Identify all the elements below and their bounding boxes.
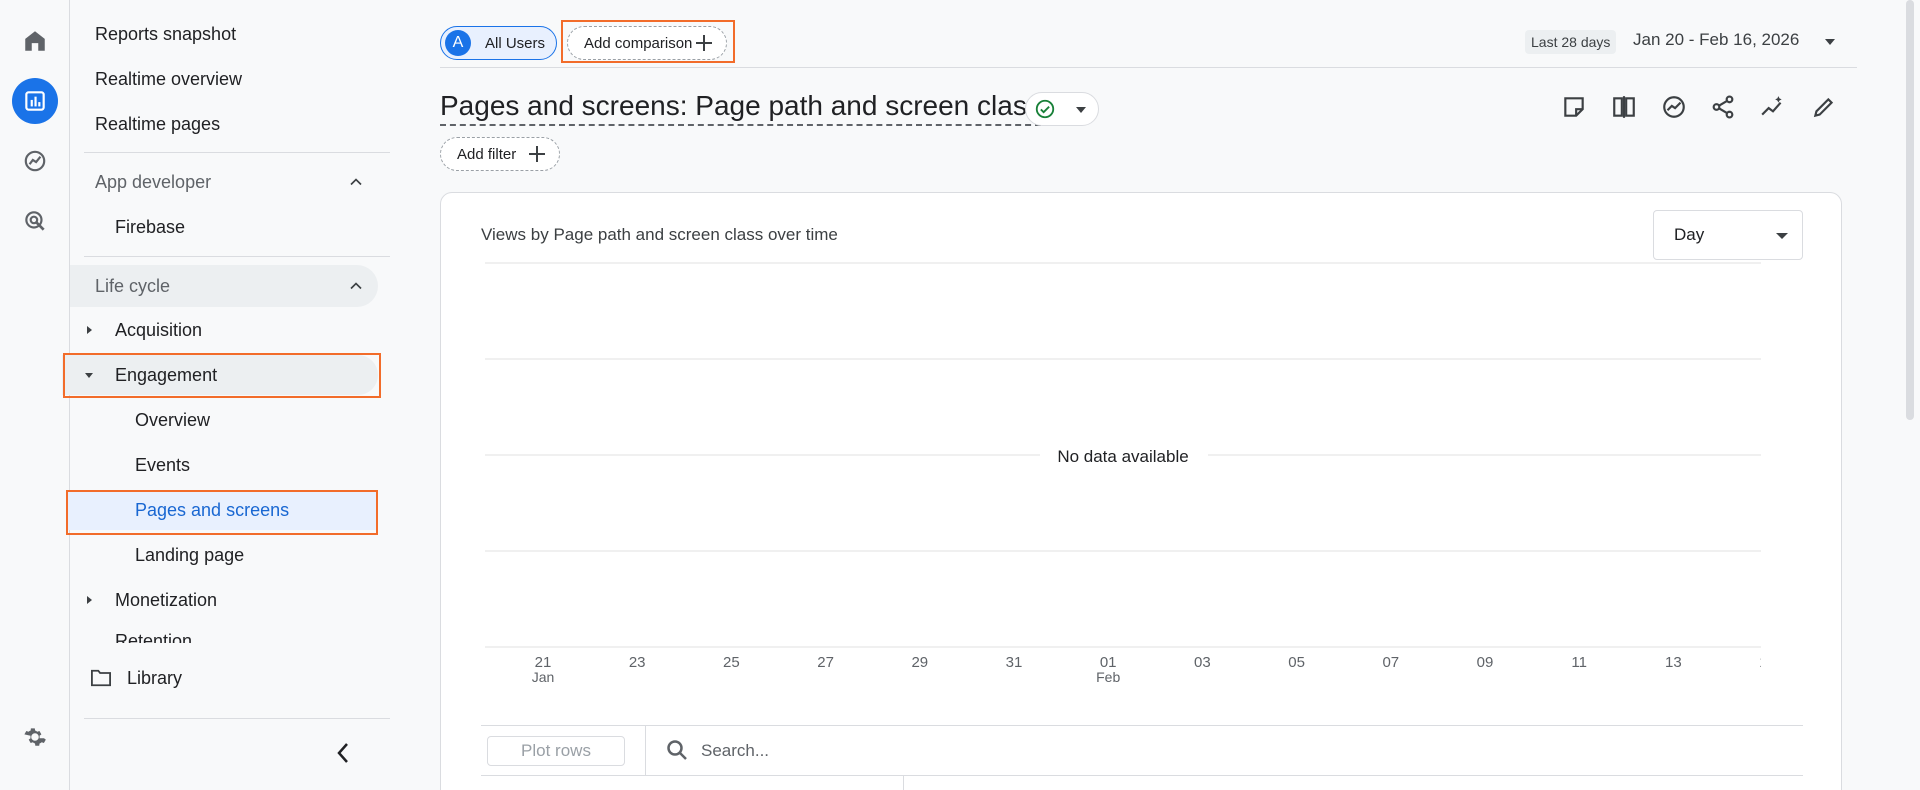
divider — [645, 726, 646, 776]
x-tick-label: 11 — [1571, 654, 1587, 671]
plot-rows-button[interactable]: Plot rows — [487, 736, 625, 766]
segment-label: All Users — [485, 34, 546, 52]
plus-icon — [529, 146, 545, 162]
settings-icon[interactable] — [12, 714, 58, 760]
x-tick-label: 15 — [1759, 654, 1761, 671]
left-rail — [0, 0, 70, 790]
chevron-up-icon — [350, 282, 362, 290]
line-chart: 21Jan232527293101Feb03050709111315No dat… — [485, 262, 1761, 683]
nav-item-landing-page[interactable]: Landing page — [70, 535, 388, 575]
nav-item-retention[interactable]: Retention — [70, 625, 388, 643]
share-icon[interactable] — [1708, 92, 1738, 122]
x-tick-label: 29 — [911, 654, 928, 671]
section-life-cycle[interactable]: Life cycle — [70, 265, 378, 307]
nav-item-realtime-overview[interactable]: Realtime overview — [70, 59, 388, 99]
edit-pencil-icon[interactable] — [1809, 92, 1839, 122]
nav-item-library[interactable]: Library — [70, 658, 388, 698]
chart-title: Views by Page path and screen class over… — [481, 225, 838, 244]
date-range[interactable]: Jan 20 - Feb 16, 2026 — [1633, 30, 1799, 50]
chart-card: Views by Page path and screen class over… — [440, 192, 1842, 790]
divider — [440, 67, 1857, 68]
x-tick-label: 13 — [1665, 654, 1682, 671]
highlight-add-comparison — [561, 20, 735, 63]
highlight-engagement — [63, 353, 381, 398]
page-scrollbar[interactable] — [1906, 0, 1914, 420]
segment-chip-all-users[interactable]: A All Users — [440, 26, 557, 60]
x-tick-label: 31 — [1006, 654, 1023, 671]
nav-item-firebase[interactable]: Firebase — [70, 207, 388, 247]
folder-icon — [91, 669, 111, 687]
divider — [84, 718, 390, 719]
nav-item-events[interactable]: Events — [70, 445, 388, 485]
chevron-up-icon — [350, 178, 362, 186]
main-content: A All Users Add comparison Last 28 days … — [440, 0, 1860, 790]
check-circle-icon — [1035, 99, 1055, 119]
advertising-icon[interactable] — [12, 198, 58, 244]
date-range-dropdown-icon[interactable] — [1824, 36, 1836, 48]
collapse-nav-icon[interactable] — [332, 740, 354, 766]
data-quality-status[interactable] — [1025, 92, 1099, 126]
nav-item-overview[interactable]: Overview — [70, 400, 388, 440]
nav-item-realtime-pages[interactable]: Realtime pages — [70, 104, 388, 144]
divider — [481, 775, 1803, 776]
table-search-input[interactable] — [701, 736, 1101, 766]
x-tick-label: 05 — [1288, 654, 1305, 671]
compare-columns-icon[interactable] — [1609, 92, 1639, 122]
empty-chart-message: No data available — [1057, 447, 1188, 466]
section-app-developer[interactable]: App developer — [70, 162, 388, 202]
divider — [481, 725, 1803, 726]
nav-item-monetization[interactable]: Monetization — [70, 580, 388, 620]
x-tick-label: 27 — [817, 654, 834, 671]
sparkle-trend-icon[interactable] — [1758, 92, 1788, 122]
caret-right-icon — [87, 326, 92, 334]
customize-report-icon[interactable] — [1559, 92, 1589, 122]
divider — [84, 256, 390, 257]
x-tick-label: 03 — [1194, 654, 1211, 671]
divider — [903, 776, 904, 790]
explore-icon[interactable] — [12, 138, 58, 184]
page-title[interactable]: Pages and screens: Page path and screen … — [440, 90, 1041, 126]
home-icon[interactable] — [12, 18, 58, 64]
x-tick-label: 07 — [1382, 654, 1399, 671]
x-tick-sublabel: Jan — [532, 669, 555, 683]
x-tick-label: 25 — [723, 654, 740, 671]
reports-icon[interactable] — [12, 78, 58, 124]
segment-avatar: A — [445, 30, 471, 56]
caret-right-icon — [87, 596, 92, 604]
chevron-down-icon — [1776, 233, 1788, 239]
chevron-down-icon — [1076, 107, 1086, 113]
add-filter-button[interactable]: Add filter — [440, 137, 560, 171]
x-tick-label: 23 — [629, 654, 646, 671]
x-tick-sublabel: Feb — [1096, 669, 1120, 683]
insights-icon[interactable] — [1659, 92, 1689, 122]
date-preset-badge: Last 28 days — [1525, 30, 1617, 54]
highlight-pages-and-screens — [66, 490, 378, 535]
nav-item-reports-snapshot[interactable]: Reports snapshot — [70, 14, 388, 54]
search-icon — [667, 740, 687, 760]
nav-item-acquisition[interactable]: Acquisition — [70, 310, 388, 350]
divider — [84, 152, 390, 153]
x-tick-label: 09 — [1477, 654, 1494, 671]
